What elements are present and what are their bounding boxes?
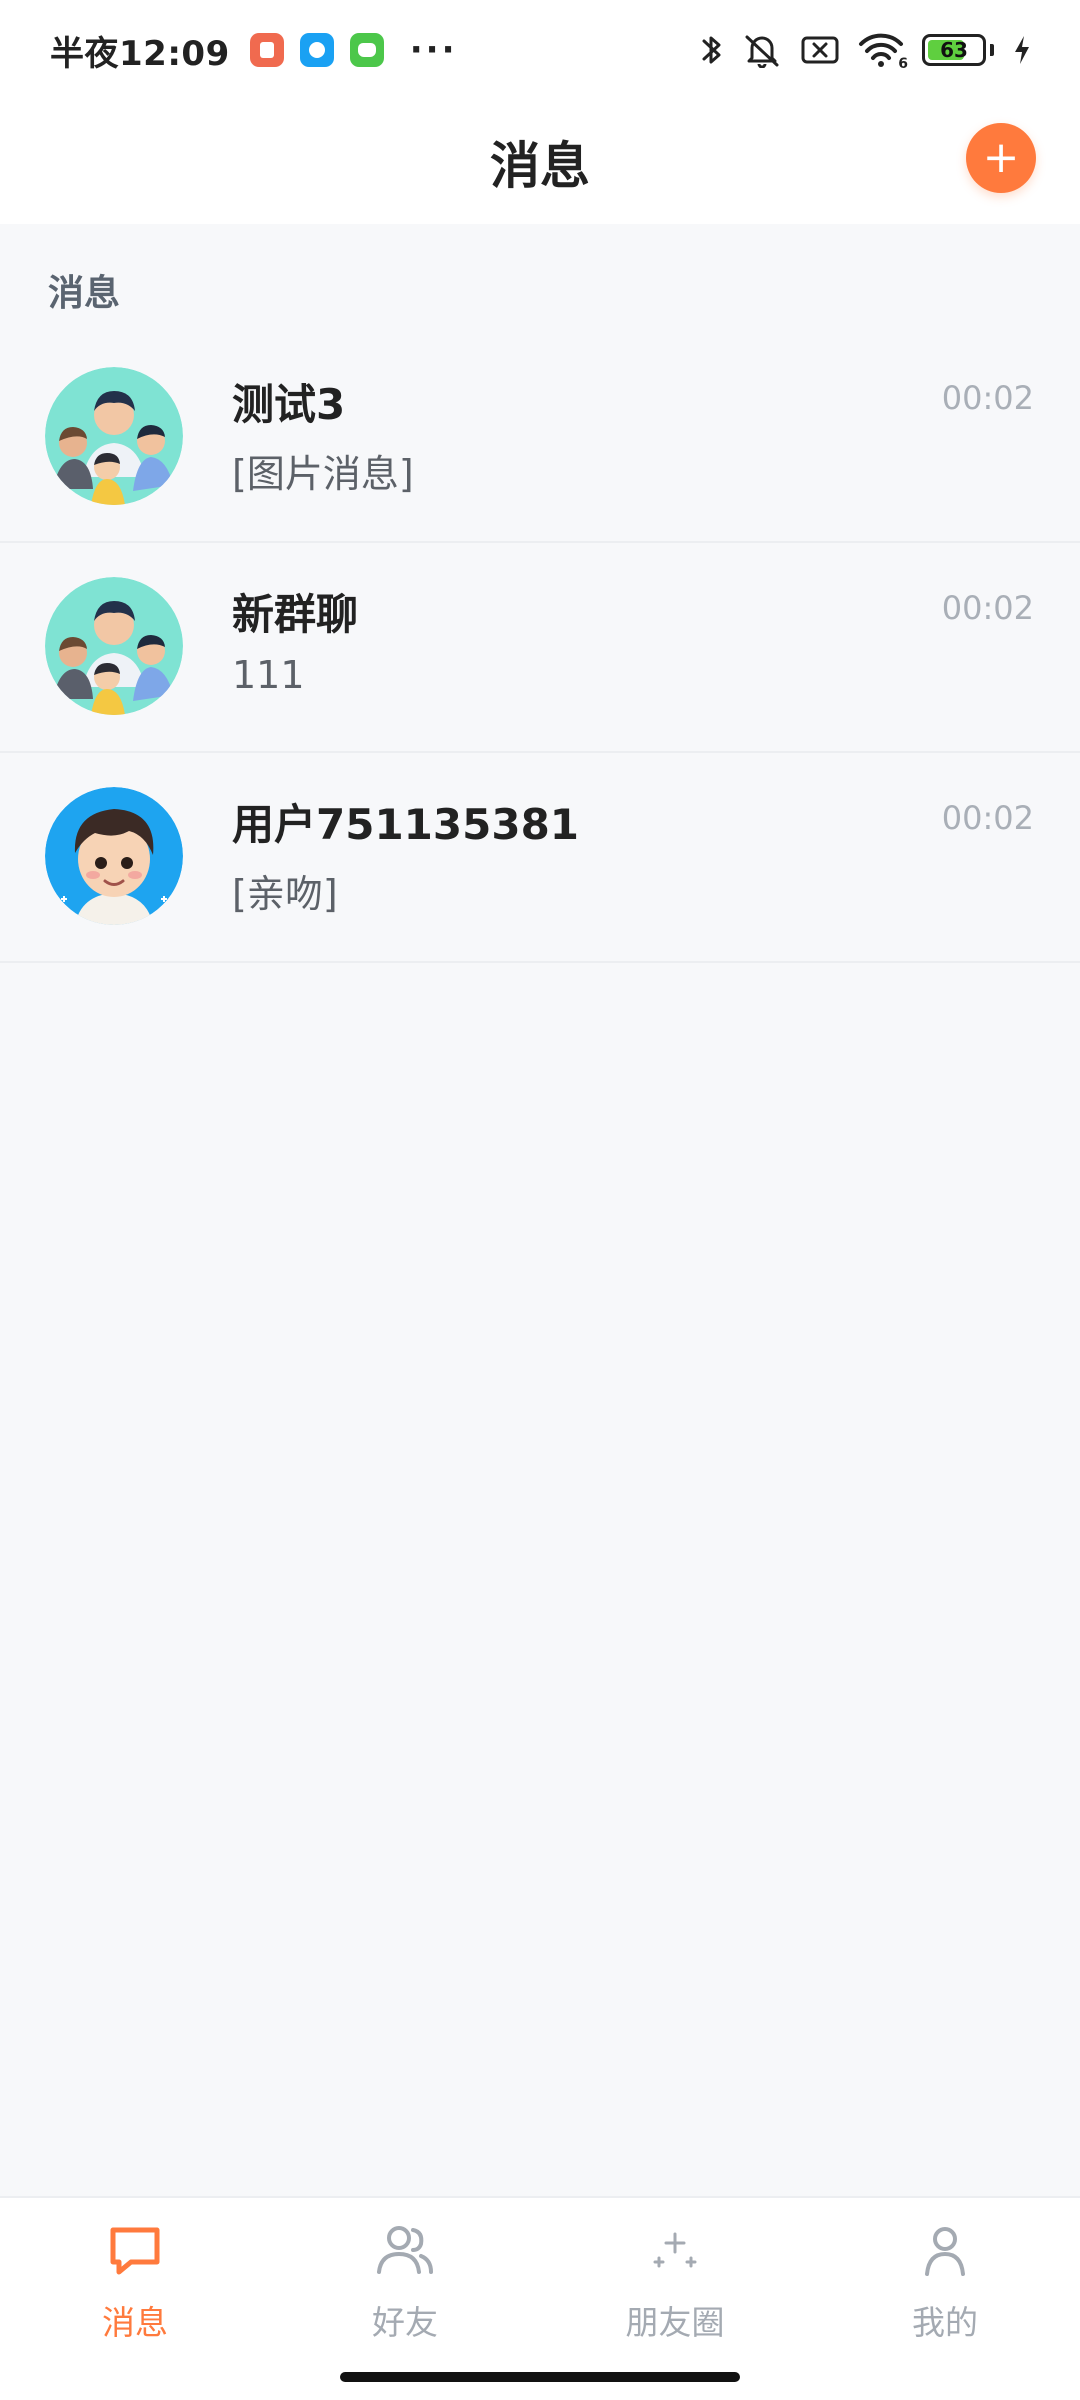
status-icons: 6 63: [700, 32, 1032, 72]
no-sim-icon: [800, 33, 840, 67]
tab-label: 我的: [912, 2303, 978, 2342]
tab-friends[interactable]: 好友: [270, 2198, 540, 2400]
plus-icon: +: [982, 132, 1020, 183]
group-avatar-icon: [45, 367, 183, 505]
conversation-name: 用户751135381: [232, 800, 580, 849]
conversation-name: 测试3: [232, 380, 346, 429]
friends-icon: [373, 2218, 437, 2282]
person-icon: [913, 2218, 977, 2282]
conversation-preview: [亲吻]: [232, 872, 338, 916]
page-title: 消息: [490, 137, 590, 195]
more-notifications-icon: ···: [409, 30, 458, 70]
tab-label: 好友: [372, 2303, 438, 2342]
conversation-time: 00:02: [941, 589, 1034, 627]
charging-icon: [1012, 34, 1032, 66]
home-indicator[interactable]: [340, 2372, 740, 2382]
tab-messages[interactable]: 消息: [0, 2198, 270, 2400]
user-avatar-icon: [45, 787, 183, 925]
chat-bubble-icon: [103, 2218, 167, 2282]
tab-label: 消息: [102, 2303, 168, 2342]
mute-bell-icon: [742, 32, 782, 68]
conversation-time: 00:02: [941, 379, 1034, 417]
sparkle-icon: [643, 2218, 707, 2282]
tab-label: 朋友圈: [625, 2303, 725, 2342]
tab-me[interactable]: 我的: [810, 2198, 1080, 2400]
battery-cap-icon: [990, 44, 994, 56]
messages-screen: 半夜12:09 ··· 6 63 消息 + 消息 测试3 [图片消息] 00:0…: [0, 0, 1080, 2400]
conversation-name: 新群聊: [232, 590, 359, 639]
clipboard-app-icon: [249, 33, 284, 67]
top-app-bar: 消息 +: [0, 100, 1080, 224]
bluetooth-icon: [700, 32, 724, 68]
conversation-time: 00:02: [941, 799, 1034, 837]
conversation-preview: [图片消息]: [232, 452, 414, 496]
status-bar: 半夜12:09 ··· 6 63: [0, 0, 1080, 100]
tab-moments[interactable]: 朋友圈: [540, 2198, 810, 2400]
conversation-item[interactable]: 新群聊 111 00:02: [0, 543, 1080, 753]
wifi-badge: 6: [898, 56, 908, 72]
conversation-preview: 111: [232, 653, 305, 697]
browser-app-icon: [299, 33, 334, 67]
bottom-tab-bar: 消息 好友 朋友圈 我的: [0, 2196, 1080, 2400]
section-heading: 消息: [48, 273, 121, 314]
status-time: 半夜12:09: [50, 33, 230, 74]
battery-icon: 63: [922, 34, 986, 66]
conversation-item[interactable]: 测试3 [图片消息] 00:02: [0, 333, 1080, 543]
add-button[interactable]: +: [966, 123, 1036, 193]
wifi-icon: 6: [858, 32, 908, 72]
group-avatar-icon: [45, 577, 183, 715]
conversation-list: 测试3 [图片消息] 00:02 新群聊 111 00:02 用户7511353…: [0, 333, 1080, 963]
android-app-icon: [349, 33, 384, 67]
battery-level: 63: [940, 38, 968, 62]
conversation-item[interactable]: 用户751135381 [亲吻] 00:02: [0, 753, 1080, 963]
